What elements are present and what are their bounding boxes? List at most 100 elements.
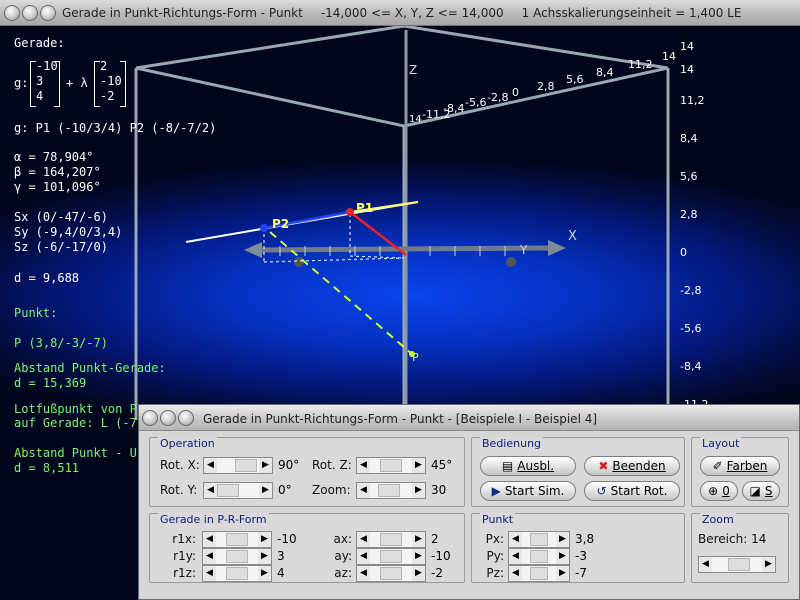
arrow-right-icon[interactable]: ▶	[556, 566, 569, 581]
py-spinner[interactable]: ◀ ▶	[508, 548, 570, 565]
ax-spinner[interactable]: ◀ ▶	[356, 531, 426, 548]
slider-thumb[interactable]	[530, 550, 548, 563]
ay-spinner[interactable]: ◀ ▶	[356, 548, 426, 565]
vector-component: -10	[100, 74, 122, 88]
arrow-right-icon[interactable]: ▶	[412, 566, 425, 581]
start-sim-button[interactable]: ▶ Start Sim.	[480, 481, 576, 501]
arrow-right-icon[interactable]: ▶	[412, 549, 425, 564]
bracket	[120, 61, 126, 107]
r1y-label: r1y:	[173, 549, 196, 563]
arrow-right-icon[interactable]: ▶	[762, 557, 775, 572]
lotfuss-line2: auf Gerade: L (-7,	[14, 416, 145, 430]
slider-thumb[interactable]	[380, 459, 402, 472]
arrow-left-icon[interactable]: ◀	[357, 566, 370, 581]
rot-y-spinner[interactable]: ◀ ▶	[203, 482, 273, 499]
slider-thumb[interactable]	[226, 567, 248, 580]
abstand-pu-value: d = 8,511	[14, 461, 80, 475]
arrow-left-icon[interactable]: ◀	[509, 566, 522, 581]
start-rot-label: Start Rot.	[610, 484, 668, 498]
slider-thumb[interactable]	[530, 567, 548, 580]
pz-value: -7	[575, 566, 587, 580]
slider-thumb[interactable]	[728, 558, 750, 571]
right-tick: 0	[680, 246, 687, 259]
bedienung-label: Bedienung	[480, 437, 544, 450]
top-tick: -2,8	[487, 91, 508, 104]
rot-x-spinner[interactable]: ◀ ▶	[203, 457, 273, 474]
maximize-icon[interactable]	[178, 410, 194, 426]
arrow-left-icon[interactable]: ◀	[699, 557, 712, 572]
arrow-left-icon[interactable]: ◀	[357, 483, 370, 498]
arrow-left-icon[interactable]: ◀	[204, 483, 217, 498]
slider-thumb[interactable]	[380, 533, 402, 546]
slider-thumb[interactable]	[226, 533, 248, 546]
scale-info: 1 Achsskalierungseinheit = 1,400 LE	[521, 6, 742, 20]
px-spinner[interactable]: ◀ ▶	[508, 531, 570, 548]
arrow-left-icon[interactable]: ◀	[509, 549, 522, 564]
start-rot-button[interactable]: ↺ Start Rot.	[584, 481, 680, 501]
arrow-left-icon[interactable]: ◀	[204, 458, 217, 473]
s-button[interactable]: ◪ S	[742, 481, 780, 501]
maximize-icon[interactable]	[40, 5, 56, 21]
punkt-panel: Punkt Px: ◀ ▶ 3,8 Py: ◀ ▶ -3 Pz: ◀ ▶ -7	[471, 513, 685, 583]
close-icon[interactable]	[142, 410, 158, 426]
top-tick-labels: -11,2 -8,4 -5,6 -2,8 0 2,8 5,6 8,4 11,2 …	[422, 40, 694, 121]
farben-button[interactable]: ✐ Farben	[700, 456, 780, 476]
cube-edge	[135, 26, 405, 70]
arrow-right-icon[interactable]: ▶	[259, 458, 272, 473]
rot-z-spinner[interactable]: ◀ ▶	[356, 457, 426, 474]
dialog-titlebar[interactable]: Gerade in Punkt-Richtungs-Form - Punkt -…	[139, 405, 799, 431]
slider-thumb[interactable]	[380, 567, 402, 580]
right-tick-labels: 14 11,2 8,4 5,6 2,8 0 -2,8 -5,6 -8,4 -11…	[680, 63, 708, 411]
bereich-spinner[interactable]: ◀ ▶	[698, 556, 776, 573]
right-tick: -2,8	[680, 284, 701, 297]
minimize-icon[interactable]	[22, 5, 38, 21]
slider-thumb[interactable]	[217, 484, 239, 497]
az-spinner[interactable]: ◀ ▶	[356, 565, 426, 582]
r1z-spinner[interactable]: ◀ ▶	[202, 565, 272, 582]
arrow-left-icon[interactable]: ◀	[203, 549, 216, 564]
slider-thumb[interactable]	[235, 459, 257, 472]
arrow-right-icon[interactable]: ▶	[259, 483, 272, 498]
arrow-left-icon[interactable]: ◀	[203, 532, 216, 547]
pz-spinner[interactable]: ◀ ▶	[508, 565, 570, 582]
main-titlebar[interactable]: Gerade in Punkt-Richtungs-Form - Punkt -1…	[0, 0, 800, 26]
zoom-label: Zoom:	[312, 483, 351, 497]
minimize-icon[interactable]	[160, 410, 176, 426]
r1z-value: 4	[277, 566, 285, 580]
ax-value: 2	[431, 532, 439, 546]
arrow-left-icon[interactable]: ◀	[357, 458, 370, 473]
punkt-label: Punkt	[480, 513, 516, 526]
slider-thumb[interactable]	[530, 533, 548, 546]
arrow-right-icon[interactable]: ▶	[412, 458, 425, 473]
top-tick: -8,4	[443, 102, 464, 115]
r1x-spinner[interactable]: ◀ ▶	[202, 531, 272, 548]
beenden-button[interactable]: ✖ Beenden	[584, 456, 680, 476]
slider-thumb[interactable]	[226, 550, 248, 563]
bedienung-panel: Bedienung ▤ Ausbl. ✖ Beenden ▶ Start Sim. ↺…	[471, 437, 685, 507]
arrow-right-icon[interactable]: ▶	[412, 532, 425, 547]
ausbl-button[interactable]: ▤ Ausbl.	[480, 456, 576, 476]
alpha-value: α = 78,904°	[14, 150, 94, 164]
arrow-right-icon[interactable]: ▶	[412, 483, 425, 498]
x-axis-label: X	[568, 229, 577, 244]
cube-edge	[135, 66, 405, 128]
top-tick: 5,6	[566, 73, 584, 86]
close-icon[interactable]	[4, 5, 20, 21]
arrow-right-icon[interactable]: ▶	[258, 566, 271, 581]
arrow-left-icon[interactable]: ◀	[509, 532, 522, 547]
top-tick: 2,8	[537, 80, 555, 93]
zero-button[interactable]: ⊕ 0	[700, 481, 738, 501]
arrow-right-icon[interactable]: ▶	[258, 532, 271, 547]
slider-thumb[interactable]	[380, 550, 402, 563]
arrow-right-icon[interactable]: ▶	[258, 549, 271, 564]
zero-label: 0	[722, 484, 730, 498]
slider-thumb[interactable]	[378, 484, 400, 497]
arrow-left-icon[interactable]: ◀	[357, 532, 370, 547]
arrow-left-icon[interactable]: ◀	[203, 566, 216, 581]
r1y-spinner[interactable]: ◀ ▶	[202, 548, 272, 565]
arrow-right-icon[interactable]: ▶	[556, 532, 569, 547]
g-prefix: g:	[14, 76, 29, 90]
zoom-spinner[interactable]: ◀ ▶	[356, 482, 426, 499]
arrow-right-icon[interactable]: ▶	[556, 549, 569, 564]
arrow-left-icon[interactable]: ◀	[357, 549, 370, 564]
